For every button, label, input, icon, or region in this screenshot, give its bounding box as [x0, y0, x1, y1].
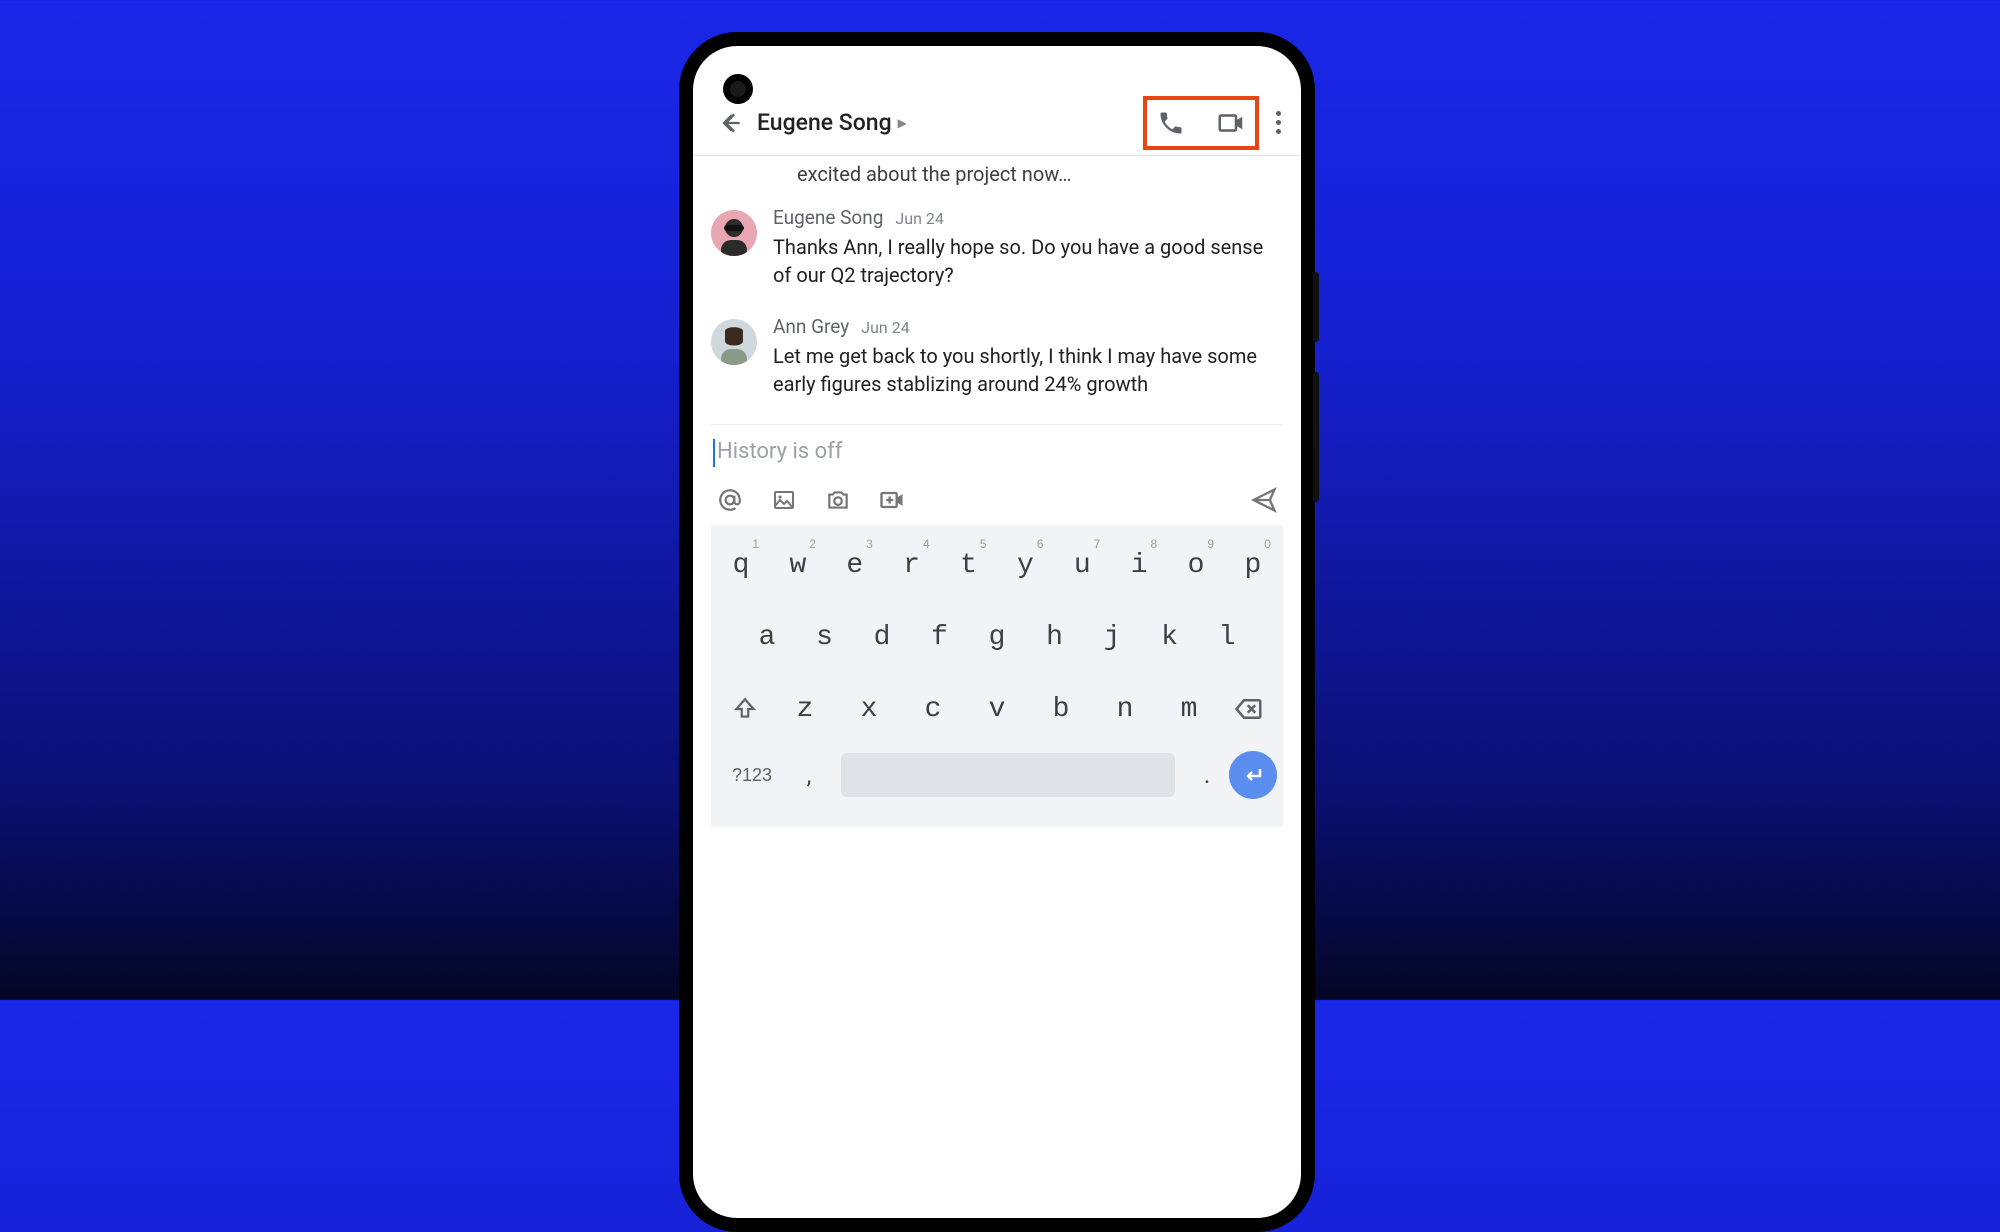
spacebar-key[interactable] [841, 753, 1175, 797]
voice-call-button[interactable] [1153, 105, 1189, 141]
video-call-button[interactable] [1213, 105, 1249, 141]
annotation-highlight [1143, 96, 1259, 150]
phone-frame: Eugene Song ▶ excited about the project … [679, 32, 1315, 1232]
key-s[interactable]: s [801, 607, 849, 667]
key-m[interactable]: m [1165, 679, 1213, 739]
key-n[interactable]: n [1101, 679, 1149, 739]
mention-button[interactable] [715, 485, 745, 515]
phone-side-button [1313, 372, 1319, 502]
comma-key[interactable]: , [787, 761, 831, 789]
key-q[interactable]: 1q [717, 535, 765, 595]
message-list: excited about the project now… Eugene So… [693, 156, 1301, 1218]
compose-toolbar [713, 485, 1281, 515]
key-p[interactable]: 0p [1229, 535, 1277, 595]
backspace-key[interactable] [1221, 679, 1277, 739]
period-key[interactable]: . [1185, 761, 1229, 789]
back-button[interactable] [711, 103, 751, 143]
app-bar: Eugene Song ▶ [693, 90, 1301, 156]
send-button[interactable] [1249, 485, 1279, 515]
phone-screen: Eugene Song ▶ excited about the project … [693, 46, 1301, 1218]
message-sender: Ann Grey [773, 315, 849, 338]
message-item: Ann Grey Jun 24 Let me get back to you sho… [711, 315, 1283, 398]
previous-message-snippet: excited about the project now… [711, 156, 1283, 206]
key-r[interactable]: 4r [888, 535, 936, 595]
message-time: Jun 24 [895, 209, 943, 228]
key-b[interactable]: b [1037, 679, 1085, 739]
key-j[interactable]: j [1088, 607, 1136, 667]
conversation-title[interactable]: Eugene Song ▶ [757, 109, 907, 136]
enter-key[interactable] [1229, 751, 1277, 799]
key-w[interactable]: 2w [774, 535, 822, 595]
avatar [711, 210, 757, 256]
key-z[interactable]: z [781, 679, 829, 739]
key-x[interactable]: x [845, 679, 893, 739]
avatar [711, 319, 757, 365]
message-item: Eugene Song Jun 24 Thanks Ann, I really ho… [711, 206, 1283, 289]
message-text: Thanks Ann, I really hope so. Do you hav… [773, 233, 1283, 289]
key-f[interactable]: f [916, 607, 964, 667]
key-a[interactable]: a [743, 607, 791, 667]
key-c[interactable]: c [909, 679, 957, 739]
phone-side-button [1313, 272, 1319, 342]
key-l[interactable]: l [1203, 607, 1251, 667]
key-d[interactable]: d [858, 607, 906, 667]
message-text: Let me get back to you shortly, I think … [773, 342, 1283, 398]
overflow-menu-button[interactable] [1263, 111, 1293, 134]
key-v[interactable]: v [973, 679, 1021, 739]
symbols-key[interactable]: ?123 [717, 765, 787, 786]
key-o[interactable]: 9o [1172, 535, 1220, 595]
dropdown-caret-icon: ▶ [898, 116, 907, 130]
key-y[interactable]: 6y [1001, 535, 1049, 595]
camera-punch-hole [723, 74, 753, 104]
key-e[interactable]: 3e [831, 535, 879, 595]
message-input[interactable]: History is off [713, 439, 1281, 467]
key-g[interactable]: g [973, 607, 1021, 667]
contact-name: Eugene Song [757, 109, 892, 136]
message-sender: Eugene Song [773, 206, 883, 229]
shift-key[interactable] [717, 679, 773, 739]
key-h[interactable]: h [1031, 607, 1079, 667]
key-t[interactable]: 5t [945, 535, 993, 595]
key-u[interactable]: 7u [1058, 535, 1106, 595]
message-time: Jun 24 [861, 318, 909, 337]
camera-button[interactable] [823, 485, 853, 515]
key-i[interactable]: 8i [1115, 535, 1163, 595]
onscreen-keyboard: 1q2w3e4r5t6y7u8i9o0p asdfghjkl zxcvbnm ?… [711, 525, 1283, 827]
compose-area: History is off [711, 425, 1283, 525]
video-attach-button[interactable] [877, 485, 907, 515]
image-button[interactable] [769, 485, 799, 515]
key-k[interactable]: k [1146, 607, 1194, 667]
